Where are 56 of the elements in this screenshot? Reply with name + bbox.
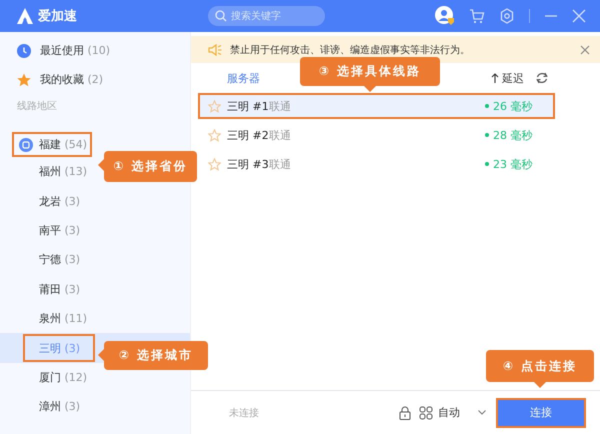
- latency-text: 26 毫秒: [493, 98, 534, 114]
- lock-icon[interactable]: [399, 406, 411, 420]
- isp-label: 联通: [269, 128, 291, 142]
- status-dot-icon: [485, 133, 489, 137]
- callout: ④ 点击连接: [486, 350, 594, 382]
- search-icon: [215, 10, 227, 22]
- latency-text: 23 毫秒: [493, 156, 534, 172]
- isp-label: 联通: [269, 98, 291, 114]
- city-item[interactable]: 莆田 (3): [23, 275, 95, 304]
- star-icon[interactable]: [208, 128, 221, 142]
- city-item[interactable]: 南平 (3): [23, 216, 95, 244]
- star-icon[interactable]: [208, 100, 221, 112]
- city-item[interactable]: 厦门 (12): [23, 363, 95, 392]
- server-row[interactable]: 三明 #1联通 26 毫秒: [198, 93, 555, 119]
- avatar-icon[interactable]: [435, 6, 455, 26]
- city-item[interactable]: 福州 (13): [23, 158, 95, 186]
- grid-icon: [419, 406, 433, 420]
- app-title: 爱加速: [38, 8, 77, 25]
- server-row[interactable]: 三明 #2联通 28 毫秒: [198, 122, 555, 148]
- sort-up-icon: [491, 73, 499, 83]
- logo-icon: [16, 7, 34, 25]
- callout: ② 选择城市: [104, 341, 208, 370]
- callout: ① 选择省份: [104, 151, 197, 182]
- close-icon[interactable]: [580, 44, 590, 54]
- city-item[interactable]: 宁德 (3): [23, 246, 95, 274]
- server-name: 三明 #2: [227, 128, 269, 142]
- city-item[interactable]: 泉州 (11): [23, 304, 95, 333]
- notice-text: 禁止用于任何攻击、诽谤、编造虚假事实等非法行为。: [230, 44, 470, 56]
- connect-button[interactable]: 连接: [496, 398, 586, 428]
- star-icon[interactable]: [208, 158, 221, 170]
- connection-status: 未连接: [229, 406, 259, 420]
- sidebar-item[interactable]: 最近使用 (10): [0, 36, 190, 65]
- city-item[interactable]: 龙岩 (3): [23, 187, 95, 216]
- refresh-icon[interactable]: [536, 72, 548, 84]
- speaker-icon: [208, 42, 222, 56]
- status-dot-icon: [485, 162, 489, 166]
- section-title: 线路地区: [16, 100, 58, 114]
- region-item[interactable]: 福建 (54): [12, 132, 92, 157]
- region-icon: [19, 138, 33, 152]
- cart-icon[interactable]: [469, 8, 485, 24]
- latency-text: 28 毫秒: [493, 128, 534, 142]
- star-icon: [17, 72, 31, 86]
- mode-dropdown[interactable]: 自动: [438, 405, 486, 420]
- callout: ③ 选择具体线路: [300, 57, 440, 86]
- isp-label: 联通: [269, 156, 291, 172]
- sidebar-item[interactable]: 我的收藏 (2): [0, 65, 190, 94]
- column-header[interactable]: 延迟: [491, 70, 524, 86]
- chevron-down-icon: [478, 410, 486, 415]
- clock-icon: [17, 44, 31, 58]
- status-dot-icon: [485, 104, 489, 108]
- server-name: 三明 #1: [227, 98, 269, 114]
- column-header[interactable]: 服务器: [227, 70, 260, 86]
- settings-icon[interactable]: [499, 8, 515, 24]
- server-name: 三明 #3: [227, 156, 269, 172]
- server-row[interactable]: 三明 #3联通 23 毫秒: [198, 151, 555, 177]
- city-item[interactable]: 漳州 (3): [23, 392, 95, 421]
